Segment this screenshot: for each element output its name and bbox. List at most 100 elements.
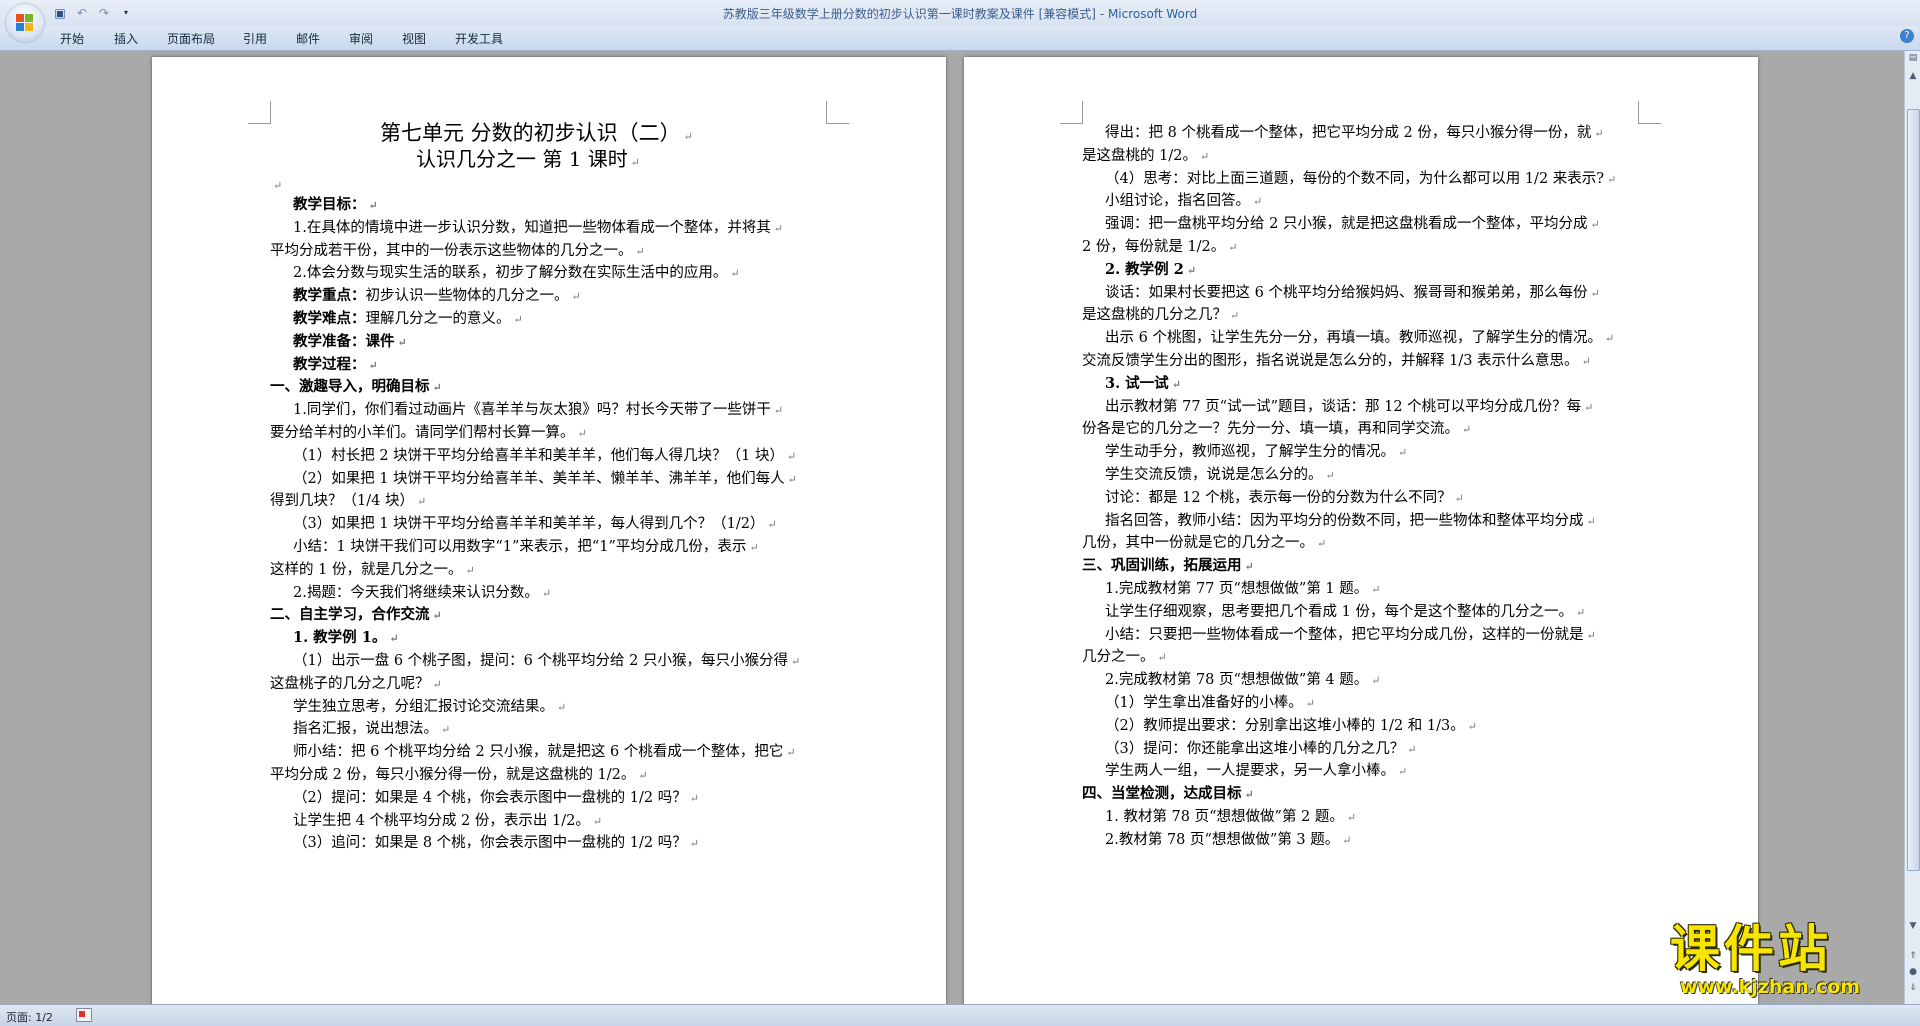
- paragraph-line[interactable]: （1）学生拿出准备好的小棒。 ↵: [1105, 693, 1315, 714]
- paragraph-mark-icon: ↵: [635, 244, 645, 258]
- page-left[interactable]: 第七单元 分数的初步认识（二） ↵ 认识几分之一 第 1 课时 ↵ ↵ 教学目标： ↵ 1.在…: [152, 57, 946, 1004]
- paragraph-line[interactable]: 教学过程： ↵: [293, 355, 378, 376]
- tab-home[interactable]: 开始: [60, 30, 84, 47]
- paragraph-line[interactable]: 学生独立思考，分组汇报讨论交流结果。 ↵: [293, 697, 566, 718]
- paragraph-line[interactable]: 平均分成若干份，其中的一份表示这些物体的几分之一。 ↵: [270, 241, 645, 262]
- line-text: 1.在具体的情境中进一步认识分数，知道把一些物体看成一个整体，并将其: [293, 219, 771, 236]
- paragraph-line[interactable]: 四、当堂检测，达成目标 ↵: [1082, 784, 1254, 805]
- paragraph-line[interactable]: （1）出示一盘 6 个桃子图，提问：6 个桃平均分给 2 只小猴，每只小猴分得 ↵: [293, 651, 800, 672]
- paragraph-mark-icon: ↵: [1590, 286, 1600, 300]
- ruler-toggle-icon[interactable]: ▤: [1908, 53, 1918, 63]
- paragraph-line[interactable]: 2. 教学例 2 ↵: [1105, 260, 1196, 281]
- paragraph-line[interactable]: 谈话：如果村长要把这 6 个桃平均分给猴妈妈、猴哥哥和猴弟弟，那么每份 ↵: [1105, 283, 1600, 304]
- paragraph-line[interactable]: 2.教材第 78 页“想想做做”第 3 题。 ↵: [1105, 830, 1352, 851]
- paragraph-line[interactable]: 小组讨论，指名回答。 ↵: [1105, 191, 1262, 212]
- paragraph-line[interactable]: 2 份，每份就是 1/2。 ↵: [1082, 237, 1238, 258]
- paragraph-line[interactable]: 是这盘桃的几分之几？ ↵: [1082, 305, 1239, 326]
- line-text: 是这盘桃的 1/2。: [1082, 147, 1197, 164]
- paragraph-line[interactable]: （2）教师提出要求：分别拿出这堆小棒的 1/2 和 1/3。 ↵: [1105, 716, 1477, 737]
- office-button[interactable]: [6, 4, 44, 42]
- watermark-logo: 课件站 www.kjzhan.com: [1670, 922, 1910, 998]
- paragraph-line[interactable]: （1）村长把 2 块饼干平均分给喜羊羊和美羊羊，他们每人得几块？（1 块） ↵: [293, 446, 796, 467]
- paragraph-line[interactable]: 指名回答，教师小结：因为平均分的份数不同，把一些物体和整体平均分成 ↵: [1105, 511, 1596, 532]
- line-text: 出示 6 个桃图，让学生先分一分，再填一填。教师巡视，了解学生分的情况。: [1105, 330, 1602, 347]
- scroll-thumb[interactable]: [1907, 109, 1920, 871]
- paragraph-mark-icon: ↵: [1157, 651, 1167, 665]
- paragraph-line[interactable]: 2.完成教材第 78 页“想想做做”第 4 题。 ↵: [1105, 670, 1381, 691]
- help-icon[interactable]: ?: [1900, 29, 1914, 43]
- paragraph-line[interactable]: 让学生把 4 个桃平均分成 2 份，表示出 1/2。 ↵: [293, 811, 602, 832]
- paragraph-line[interactable]: 教学难点：理解几分之一的意义。 ↵: [293, 309, 523, 330]
- paragraph-mark-icon: ↵: [1581, 355, 1591, 368]
- line-text: 2.教材第 78 页“想想做做”第 3 题。: [1105, 831, 1340, 848]
- vertical-scrollbar[interactable]: ▤ ▲ ▼ ⇑ ● ⇓: [1904, 51, 1920, 1004]
- paragraph-line[interactable]: 1.在具体的情境中进一步认识分数，知道把一些物体看成一个整体，并将其 ↵: [293, 218, 783, 239]
- paragraph-line[interactable]: 学生交流反馈，说说是怎么分的。 ↵: [1105, 465, 1335, 486]
- paragraph-line[interactable]: 教学重点：初步认识一些物体的几分之一。 ↵: [293, 286, 581, 307]
- paragraph-line[interactable]: 2.揭题：今天我们将继续来认识分数。 ↵: [293, 583, 551, 604]
- paragraph-line[interactable]: （2）如果把 1 块饼干平均分给喜羊羊、美羊羊、懒羊羊、沸羊羊，他们每人 ↵: [293, 469, 797, 490]
- page-right[interactable]: 得出：把 8 个桃看成一个整体，把它平均分成 2 份，每只小猴分得一份，就 ↵ 是这…: [964, 57, 1758, 1004]
- document-workspace[interactable]: 第七单元 分数的初步认识（二） ↵ 认识几分之一 第 1 课时 ↵ ↵ 教学目标： ↵ 1.在…: [0, 51, 1904, 1004]
- paragraph-line[interactable]: 强调：把一盘桃平均分给 2 只小猴，就是把这盘桃看成一个整体，平均分成 ↵: [1105, 214, 1600, 235]
- paragraph-line[interactable]: 小结：1 块饼干我们可以用数字“1”来表示，把“1”平均分成几份，表示 ↵: [293, 537, 759, 558]
- paragraph-line[interactable]: （3）提问：你还能拿出这堆小棒的几分之几？ ↵: [1105, 739, 1416, 760]
- paragraph-line[interactable]: 学生两人一组，一人提要求，另一人拿小棒。 ↵: [1105, 761, 1407, 782]
- paragraph-line[interactable]: 指名汇报，说出想法。 ↵: [293, 719, 450, 740]
- paragraph-line[interactable]: 1. 教材第 78 页“想想做做”第 2 题。 ↵: [1105, 807, 1356, 828]
- paragraph-line[interactable]: 师小结：把 6 个桃平均分给 2 只小猴，就是把这 6 个桃看成一个整体，把它 ↵: [293, 742, 796, 763]
- proofing-icon[interactable]: [76, 1008, 92, 1022]
- paragraph-mark-icon: ↵: [432, 677, 442, 691]
- paragraph-mark-icon: ↵: [513, 313, 523, 326]
- paragraph-line[interactable]: 2.体会分数与现实生活的联系，初步了解分数在实际生活中的应用。 ↵: [293, 263, 740, 284]
- paragraph-line[interactable]: 第七单元 分数的初步认识（二） ↵: [380, 123, 693, 147]
- paragraph-line[interactable]: 平均分成 2 份，每只小猴分得一份，就是这盘桃的 1/2。 ↵: [270, 765, 648, 786]
- paragraph-mark-icon: ↵: [1607, 172, 1617, 186]
- paragraph-line[interactable]: 讨论：都是 12 个桃，表示每一份的分数为什么不同？ ↵: [1105, 488, 1464, 509]
- paragraph-line[interactable]: 出示 6 个桃图，让学生先分一分，再填一填。教师巡视，了解学生分的情况。 ↵: [1105, 328, 1614, 349]
- paragraph-line[interactable]: 这盘桃子的几分之几呢？ ↵: [270, 674, 442, 695]
- paragraph-line[interactable]: 1.同学们，你们看过动画片《喜羊羊与灰太狼》吗？村长今天带了一些饼干 ↵: [293, 400, 783, 421]
- paragraph-line[interactable]: 小结：只要把一些物体看成一个整体，把它平均分成几份，这样的一份就是 ↵: [1105, 625, 1596, 646]
- line-text: 四、当堂检测，达成目标: [1082, 785, 1242, 803]
- tab-view[interactable]: 视图: [402, 30, 426, 47]
- paragraph-line[interactable]: （3）追问：如果是 8 个桃，你会表示图中一盘桃的 1/2 吗？ ↵: [293, 833, 699, 854]
- paragraph-line[interactable]: 得出：把 8 个桃看成一个整体，把它平均分成 2 份，每只小猴分得一份，就 ↵: [1105, 123, 1604, 144]
- paragraph-line[interactable]: 认识几分之一 第 1 课时 ↵: [416, 149, 640, 173]
- paragraph-line[interactable]: （3）如果把 1 块饼干平均分给喜羊羊和美羊羊，每人得到几个？（1/2） ↵: [293, 514, 777, 535]
- line-text: （3）提问：你还能拿出这堆小棒的几分之几？: [1105, 740, 1405, 757]
- scroll-up-icon[interactable]: ▲: [1908, 71, 1918, 81]
- page-indicator[interactable]: 页面: 1/2: [6, 1009, 53, 1025]
- tab-developer[interactable]: 开发工具: [455, 30, 503, 47]
- paragraph-line[interactable]: 学生动手分，教师巡视，了解学生分的情况。 ↵: [1105, 442, 1407, 463]
- paragraph-line[interactable]: 让学生仔细观察，思考要把几个看成 1 份，每个是这个整体的几分之一。 ↵: [1105, 602, 1585, 623]
- paragraph-line[interactable]: 二、自主学习，合作交流 ↵: [270, 605, 442, 626]
- paragraph-line[interactable]: 要分给羊村的小羊们。请同学们帮村长算一算。 ↵: [270, 423, 587, 444]
- paragraph-line[interactable]: 1. 教学例 1。 ↵: [293, 628, 399, 649]
- paragraph-line[interactable]: （2）提问：如果是 4 个桃，你会表示图中一盘桃的 1/2 吗？ ↵: [293, 788, 699, 809]
- paragraph-line[interactable]: 一、激趣导入，明确目标 ↵: [270, 377, 442, 398]
- paragraph-line[interactable]: 是这盘桃的 1/2。 ↵: [1082, 146, 1209, 167]
- tab-mailings[interactable]: 邮件: [296, 30, 320, 47]
- tab-review[interactable]: 审阅: [349, 30, 373, 47]
- paragraph-line[interactable]: 这样的 1 份，就是几分之一。 ↵: [270, 560, 475, 581]
- tab-page-layout[interactable]: 页面布局: [167, 30, 215, 47]
- paragraph-line[interactable]: ↵: [270, 175, 282, 196]
- paragraph-line[interactable]: 三、巩固训练，拓展运用 ↵: [1082, 556, 1254, 577]
- line-text: 3. 试一试: [1105, 374, 1169, 392]
- paragraph-line[interactable]: 教学准备：课件 ↵: [293, 332, 407, 353]
- line-text: 强调：把一盘桃平均分给 2 只小猴，就是把这盘桃看成一个整体，平均分成: [1105, 216, 1588, 233]
- paragraph-line[interactable]: 1.完成教材第 77 页“想想做做”第 1 题。 ↵: [1105, 579, 1381, 600]
- paragraph-line[interactable]: 得到几块？（1/4 块） ↵: [270, 491, 426, 512]
- paragraph-line[interactable]: 出示教材第 77 页“试一试”题目，谈话：那 12 个桃可以平均分成几份？每 ↵: [1105, 397, 1593, 418]
- tab-insert[interactable]: 插入: [114, 30, 138, 47]
- tab-references[interactable]: 引用: [243, 30, 267, 47]
- paragraph-line[interactable]: 交流反馈学生分出的图形，指名说说是怎么分的，并解释 1/3 表示什么意思。 ↵: [1082, 351, 1591, 372]
- paragraph-line[interactable]: 教学目标： ↵: [293, 195, 378, 216]
- paragraph-mark-icon: ↵: [1253, 195, 1263, 209]
- paragraph-line[interactable]: （4）思考：对比上面三道题，每份的个数不同，为什么都可以用 1/2 来表示? ↵: [1105, 169, 1616, 190]
- paragraph-line[interactable]: 几份，其中一份就是它的几分之一。 ↵: [1082, 533, 1326, 554]
- paragraph-line[interactable]: 份各是它的几分之一？先分一分、填一填，再和同学交流。 ↵: [1082, 419, 1471, 440]
- paragraph-line[interactable]: 3. 试一试 ↵: [1105, 374, 1181, 395]
- paragraph-line[interactable]: 几分之一。 ↵: [1082, 647, 1167, 668]
